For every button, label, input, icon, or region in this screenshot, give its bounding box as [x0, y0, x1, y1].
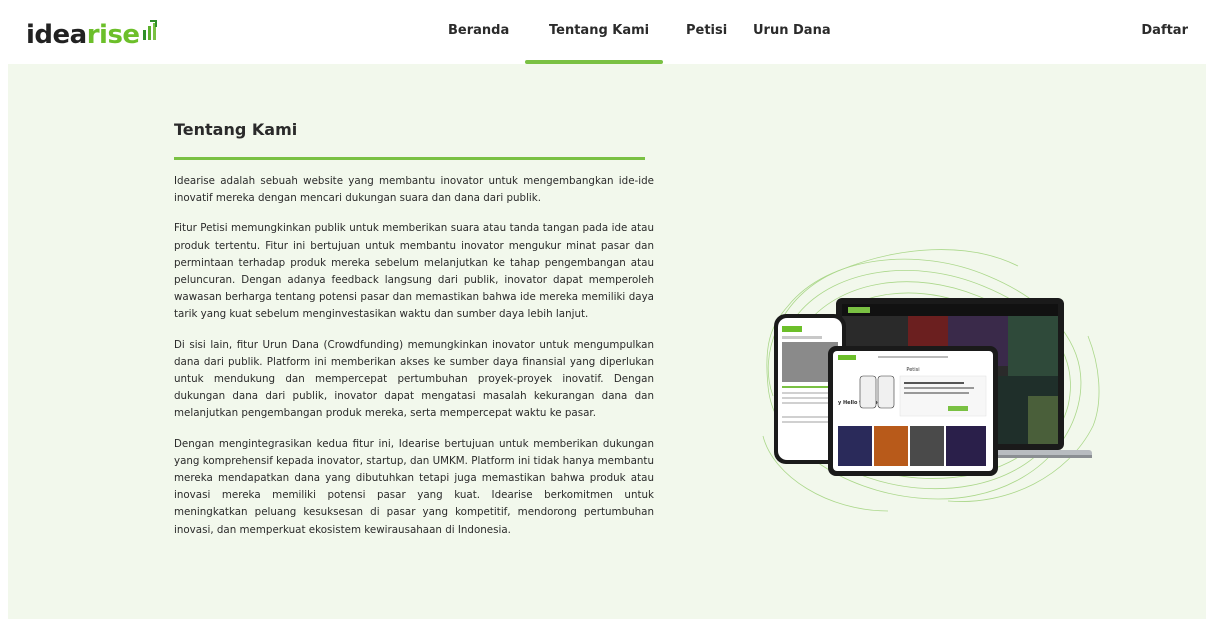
nav-petisi[interactable]: Petisi: [686, 23, 727, 38]
about-paragraph: Dengan mengintegrasikan kedua fitur ini,…: [174, 437, 654, 536]
top-navbar: idearise Beranda Tentang Kami Petisi Uru…: [0, 0, 1206, 64]
about-paragraph: Fitur Petisi memungkinkan publik untuk m…: [174, 222, 654, 321]
tablet-heading: Petisi: [906, 367, 919, 373]
about-title: Tentang Kami: [174, 120, 298, 139]
title-divider: [174, 157, 645, 160]
nav-beranda[interactable]: Beranda: [448, 23, 509, 38]
about-paragraph: Di sisi lain, fitur Urun Dana (Crowdfund…: [174, 338, 654, 420]
nav-urun-dana[interactable]: Urun Dana: [753, 23, 831, 38]
device-mockup-illustration: Petisi y Hello to Anoney: [762, 249, 1100, 512]
about-text-block: Tentang Kami Idearise adalah sebuah webs…: [174, 120, 654, 552]
tablet-mockup: Petisi y Hello to Anoney: [828, 346, 998, 476]
main-nav: Beranda Tentang Kami Petisi Urun Dana: [0, 0, 1206, 64]
about-section: Tentang Kami Idearise adalah sebuah webs…: [8, 64, 1206, 619]
about-paragraph: Idearise adalah sebuah website yang memb…: [174, 175, 654, 205]
daftar-button[interactable]: Daftar: [1141, 23, 1188, 38]
nav-tentang-kami[interactable]: Tentang Kami: [549, 23, 649, 38]
